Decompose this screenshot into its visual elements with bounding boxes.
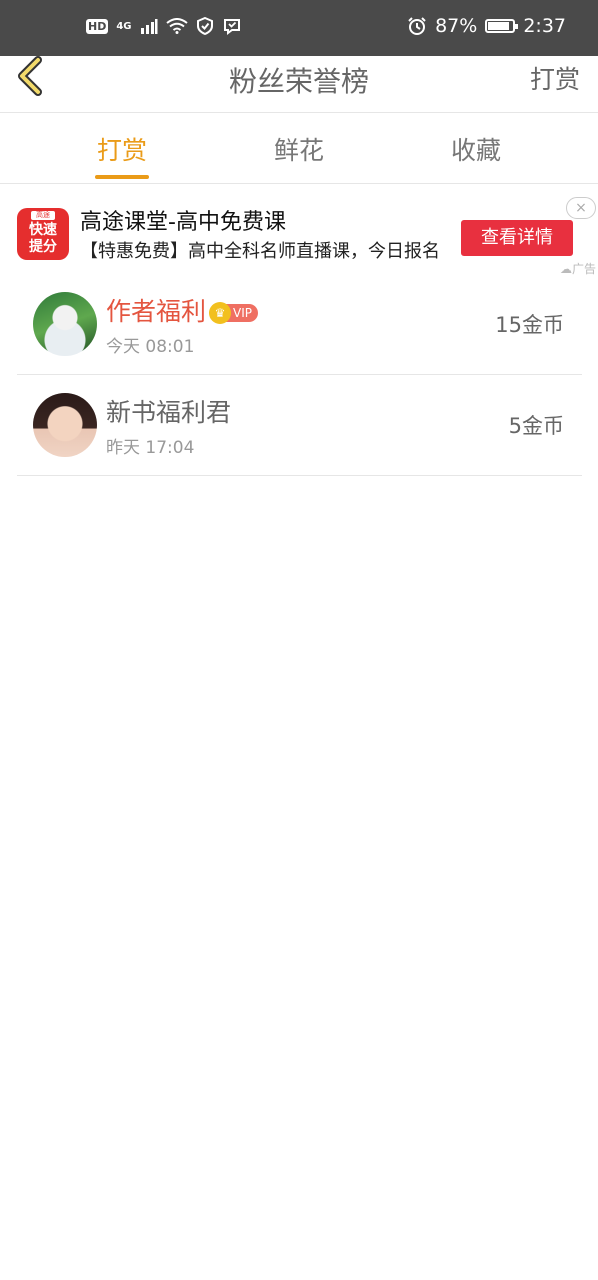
- tab-bar: 打赏 鲜花 收藏: [0, 113, 598, 184]
- tab-flowers[interactable]: 鲜花: [239, 131, 359, 167]
- clock: 2:37: [523, 15, 566, 37]
- ad-details-button[interactable]: 查看详情: [461, 220, 573, 256]
- vip-badge: ♛ VIP: [209, 302, 258, 324]
- status-right-icons: 87% 2:37: [407, 15, 566, 37]
- fan-name: 新书福利君: [106, 398, 232, 427]
- tab-favorites[interactable]: 收藏: [416, 131, 536, 167]
- reward-time: 今天 08:01: [106, 337, 195, 357]
- network-label: 4G: [116, 20, 132, 32]
- coin-amount: 5金币: [508, 414, 564, 438]
- page-title: 粉丝荣誉榜: [228, 65, 369, 98]
- ad-title: 高途课堂-高中免费课: [80, 210, 286, 235]
- status-left-icons: HD 4G: [86, 17, 242, 35]
- hd-badge: HD: [86, 18, 109, 34]
- crown-icon: ♛: [209, 302, 232, 324]
- ad-logo-text: 快速 提分: [29, 222, 57, 255]
- list-item[interactable]: 作者福利 ♛ VIP 今天 08:01 15金币: [17, 274, 582, 375]
- ad-logo-brand: 高途: [31, 211, 55, 220]
- battery-percent: 87%: [435, 15, 478, 37]
- battery-icon: [485, 19, 519, 33]
- tab-reward[interactable]: 打赏: [62, 131, 182, 167]
- nav-bar: 粉丝荣誉榜 打赏: [0, 56, 598, 113]
- fan-name-text: 作者福利: [106, 297, 207, 326]
- ad-logo: 高途 快速 提分: [17, 208, 69, 260]
- tab-active-indicator: [95, 175, 149, 179]
- list-item[interactable]: 新书福利君 昨天 17:04 5金币: [17, 375, 582, 476]
- ad-banner[interactable]: 高途 快速 提分 高途课堂-高中免费课 【特惠免费】高中全科名师直播课，今日报名 …: [0, 196, 598, 280]
- fan-name: 作者福利 ♛ VIP: [106, 292, 258, 328]
- shield-icon: [196, 17, 213, 35]
- avatar[interactable]: [33, 393, 97, 457]
- alarm-icon: [408, 17, 426, 35]
- message-icon: [223, 19, 240, 35]
- reward-time: 昨天 17:04: [106, 438, 195, 458]
- reward-button[interactable]: 打赏: [530, 60, 580, 96]
- ad-close-button[interactable]: ×: [566, 197, 596, 219]
- status-bar: HD 4G 87% 2:37: [0, 0, 598, 56]
- ad-description: 【特惠免费】高中全科名师直播课，今日报名: [80, 241, 440, 262]
- wifi-icon: [165, 18, 188, 34]
- battery-fill: [488, 22, 510, 30]
- coin-amount: 15金币: [495, 313, 564, 337]
- signal-icon: [140, 19, 158, 34]
- avatar[interactable]: [33, 292, 97, 356]
